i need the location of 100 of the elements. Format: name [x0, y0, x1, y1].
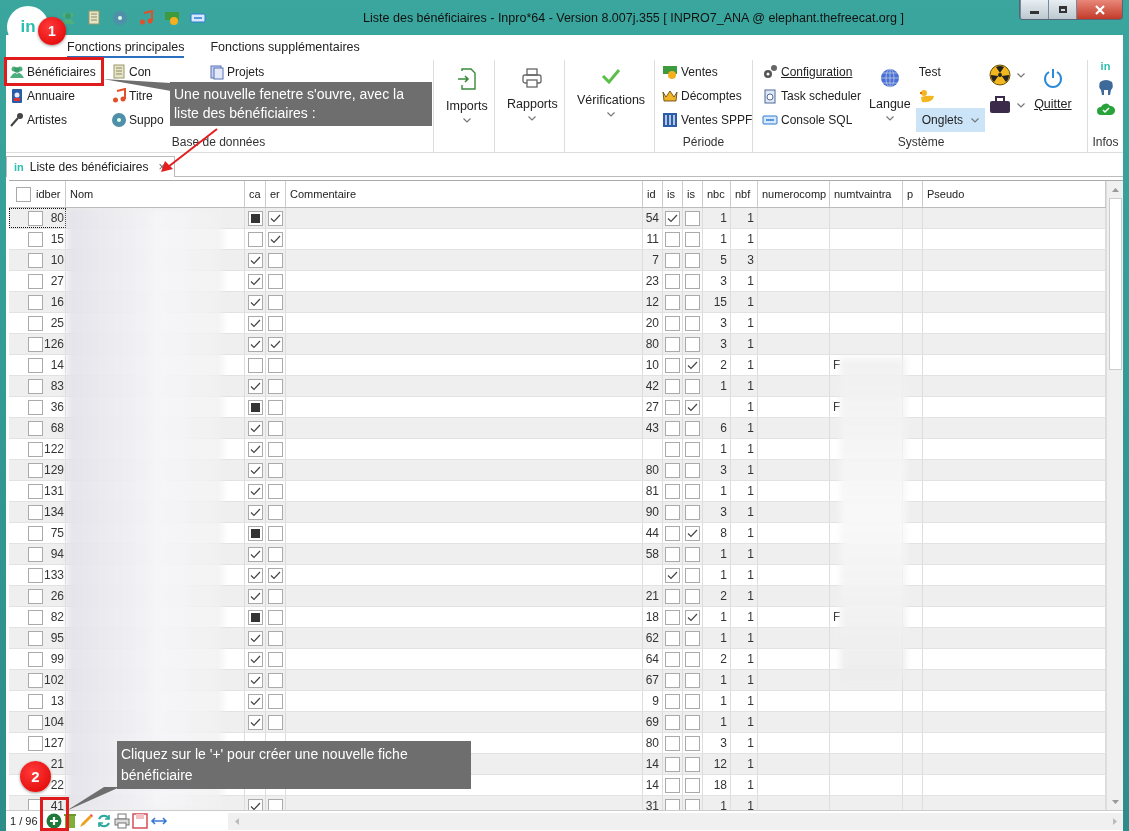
ribbon-button[interactable]: Suppo [110, 108, 165, 132]
table-cell[interactable]: 104 [9, 712, 66, 732]
column-header[interactable]: Nom [66, 181, 245, 207]
table-cell: 1 [720, 715, 727, 729]
table-cell: 44 [645, 526, 659, 540]
table-cell[interactable]: 127 [9, 733, 66, 753]
column-header[interactable]: numerocomp [758, 181, 830, 207]
table-cell: 12 [713, 757, 727, 771]
ribbon-button[interactable]: Console SQL [759, 108, 856, 132]
table-cell[interactable]: 82 [9, 607, 66, 627]
table-cell[interactable]: 27 [9, 271, 66, 291]
ribbon-button[interactable]: Ventes SPPF [659, 108, 756, 132]
table-cell: 2 [720, 652, 727, 666]
table-cell: 3 [720, 337, 727, 351]
table-cell: 1 [747, 631, 754, 645]
table-cell[interactable]: 99 [9, 649, 66, 669]
table-cell[interactable]: 75 [9, 523, 66, 543]
ribbon-button[interactable]: Task scheduler [759, 84, 865, 108]
table-cell[interactable]: 68 [9, 418, 66, 438]
table-cell: 1 [747, 358, 754, 372]
ribbon-button[interactable]: Titre [110, 84, 154, 108]
table-cell: 5 [720, 253, 727, 267]
window-title: Liste des bénéficiaires - Inpro*64 - Version 8.007j.355 [ INPRO7_ANA @ elephant.thefreecat.org ] [362, 10, 905, 25]
table-cell[interactable]: 133 [9, 565, 66, 585]
column-header[interactable]: numtvaintra [830, 181, 903, 207]
callout: Cliquez sur le '+' pour créer une nouvelle fiche bénéficiaire [117, 741, 471, 789]
column-header[interactable]: nbc [703, 181, 731, 207]
column-header[interactable]: nbf [731, 181, 758, 207]
table-cell: 2 [720, 358, 727, 372]
table-cell[interactable]: 16 [9, 292, 66, 312]
table-cell: 7 [652, 253, 659, 267]
ribbon-tab[interactable]: Fonctions principales [67, 40, 185, 58]
ribbon-button[interactable]: Vérifications [569, 60, 654, 152]
table-cell[interactable]: 102 [9, 670, 66, 690]
ribbon-button[interactable]: Bénéficiaires [8, 60, 97, 84]
table-cell[interactable]: 129 [9, 460, 66, 480]
table-cell: 3 [720, 274, 727, 288]
table-cell[interactable]: 134 [9, 502, 66, 522]
column-header[interactable]: id [643, 181, 663, 207]
table-cell: 3 [720, 463, 727, 477]
table-cell: 14 [645, 757, 659, 771]
table-cell[interactable]: 80 [9, 208, 66, 228]
ribbon-button[interactable]: Annuaire [8, 84, 77, 108]
language-button[interactable]: Langue [864, 60, 916, 133]
ribbon-tab[interactable]: Fonctions supplémentaires [210, 40, 360, 58]
table-cell: 1 [747, 232, 754, 246]
table-cell: 1 [747, 295, 754, 309]
table-cell[interactable]: 126 [9, 334, 66, 354]
column-header[interactable]: ca [245, 181, 266, 207]
table-cell: 1 [747, 274, 754, 288]
column-header[interactable]: er [266, 181, 286, 207]
ribbon-button[interactable]: Artistes [8, 108, 68, 132]
table-cell: 1 [747, 421, 754, 435]
table-cell[interactable]: 10 [9, 250, 66, 270]
table-cell: 23 [645, 274, 659, 288]
table-cell[interactable]: 36 [9, 397, 66, 417]
ribbon-button[interactable]: Projets [208, 60, 266, 84]
table-cell: 67 [645, 673, 659, 687]
table-cell: 10 [645, 358, 659, 372]
table-cell: 1 [720, 673, 727, 687]
table-cell[interactable]: 13 [9, 691, 66, 711]
table-cell: 11 [646, 232, 659, 246]
table-cell: 64 [645, 652, 659, 666]
table-cell: 1 [747, 211, 754, 225]
table-cell: 58 [645, 547, 659, 561]
table-cell[interactable]: 22 [50, 778, 64, 792]
ribbon-button[interactable]: Décomptes [659, 84, 745, 108]
table-cell[interactable]: 83 [9, 376, 66, 396]
ribbon-button[interactable]: Test [915, 60, 944, 84]
table-cell: 3 [747, 253, 754, 267]
column-header[interactable]: Commentaire [286, 181, 643, 207]
table-cell[interactable]: 94 [9, 544, 66, 564]
table-cell: 1 [747, 337, 754, 351]
column-header[interactable]: p [903, 181, 923, 207]
table-cell: 27 [645, 400, 659, 414]
table-cell[interactable]: 95 [9, 628, 66, 648]
table-cell: 43 [645, 421, 659, 435]
table-cell[interactable]: 122 [9, 439, 66, 459]
table-cell: 81 [645, 484, 659, 498]
table-cell[interactable]: 21 [50, 757, 64, 771]
table-cell[interactable]: 26 [9, 586, 66, 606]
table-cell: 3 [720, 316, 727, 330]
table-cell[interactable]: 15 [9, 229, 66, 249]
table-cell: 1 [747, 778, 754, 792]
table-cell[interactable]: 14 [9, 355, 66, 375]
table-cell: 1 [747, 526, 754, 540]
ribbon-button[interactable]: Rapports [499, 60, 566, 152]
column-header[interactable]: is [683, 181, 703, 207]
table-cell[interactable]: 131 [9, 481, 66, 501]
table-cell: 14 [645, 778, 659, 792]
table-cell[interactable]: 25 [9, 313, 66, 333]
column-header[interactable]: is [663, 181, 683, 207]
table-cell: 80 [645, 337, 659, 351]
ribbon-button[interactable]: Imports [438, 60, 496, 152]
quit-button[interactable]: Quitter [1029, 60, 1077, 133]
table-cell: 1 [720, 232, 727, 246]
column-header[interactable]: idber [9, 181, 66, 207]
dropdown-button[interactable]: Onglets [915, 108, 986, 132]
ribbon-button[interactable]: Configuration [759, 60, 856, 84]
ribbon-button[interactable]: Ventes [659, 60, 721, 84]
